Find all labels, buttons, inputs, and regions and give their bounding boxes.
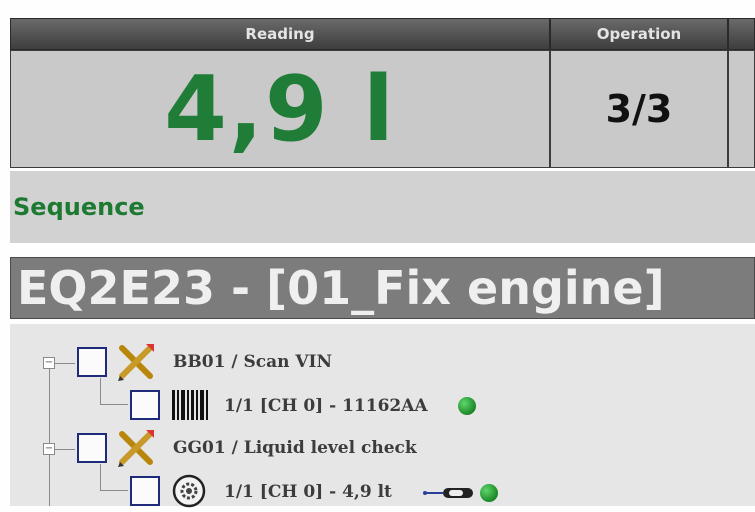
reading-header-label: Reading <box>245 25 315 43</box>
gear-icon <box>172 474 206 508</box>
pencil-tools-icon <box>116 342 156 382</box>
level-probe-icon <box>423 484 479 502</box>
step-checkbox[interactable] <box>77 433 107 463</box>
header-extra-column <box>728 18 755 50</box>
sequence-label: Sequence <box>13 193 145 221</box>
barcode-icon <box>170 388 210 422</box>
value-extra-column <box>728 50 755 168</box>
operation-header-label: Operation <box>596 25 682 43</box>
pencil-tools-icon <box>116 428 156 468</box>
sequence-bar: Sequence <box>10 171 755 243</box>
collapse-expander[interactable]: − <box>43 443 55 455</box>
substep-checkbox[interactable] <box>130 476 160 506</box>
operation-value: 3/3 <box>605 87 673 131</box>
sequence-title-bar: EQ2E23 - [01_Fix engine] <box>10 257 755 319</box>
substep-checkbox[interactable] <box>130 390 160 420</box>
substep-label: 1/1 [CH 0] - 11162AA <box>224 396 428 416</box>
reading-value-panel: 4,9 l <box>10 50 550 168</box>
step-code-label: BB01 / Scan VIN <box>173 352 333 372</box>
operation-header: Operation <box>550 18 728 50</box>
substep-label: 1/1 [CH 0] - 4,9 lt <box>224 482 392 502</box>
reading-header: Reading <box>10 18 550 50</box>
reading-value: 4,9 l <box>164 56 396 162</box>
collapse-expander[interactable]: − <box>43 357 55 369</box>
operation-tree: − BB01 / Scan VIN 1/1 [CH 0] - 11162AA −… <box>10 324 755 508</box>
step-checkbox[interactable] <box>77 347 107 377</box>
step-code-label: GG01 / Liquid level check <box>173 438 417 458</box>
status-ok-dot <box>480 484 498 502</box>
status-ok-dot <box>458 397 476 415</box>
sequence-title: EQ2E23 - [01_Fix engine] <box>17 261 665 315</box>
operation-value-panel: 3/3 <box>550 50 728 168</box>
